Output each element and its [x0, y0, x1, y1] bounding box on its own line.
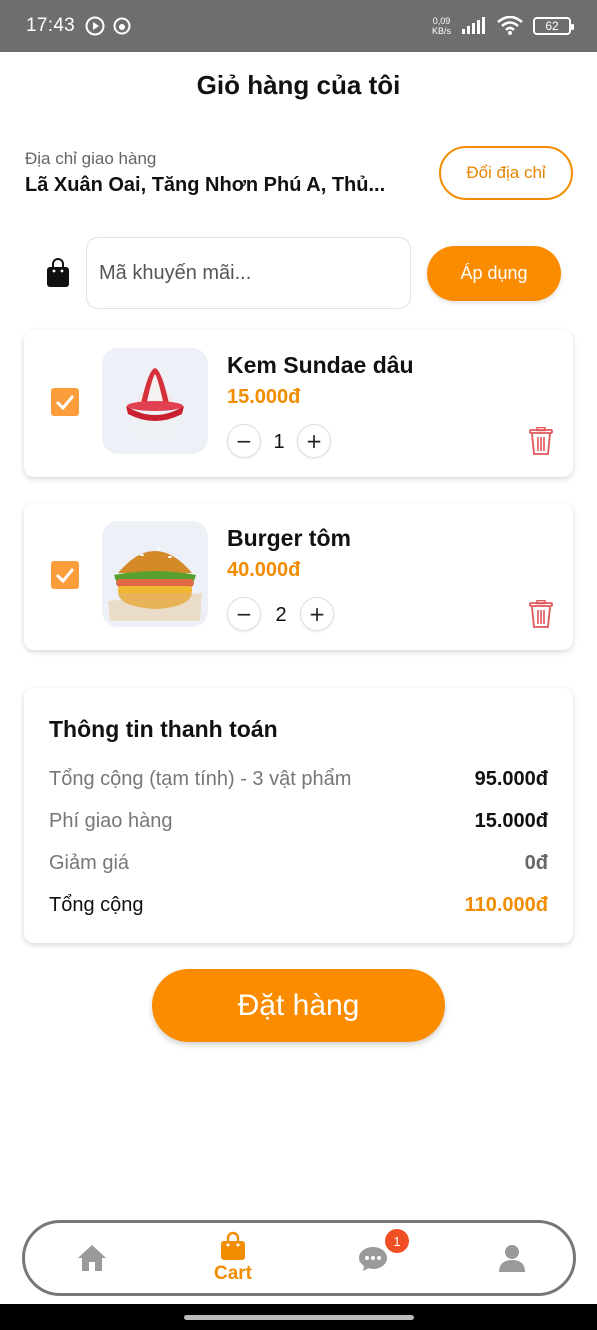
place-order-button[interactable]: Đặt hàng — [152, 969, 445, 1042]
check-icon — [55, 568, 75, 583]
item-price: 40.000đ — [227, 559, 301, 581]
chat-badge: 1 — [385, 1229, 409, 1253]
summary-label: Tổng cộng — [49, 894, 144, 916]
nav-profile[interactable] — [467, 1223, 557, 1293]
cart-item: Burger tôm 40.000đ − 2 + — [24, 503, 573, 650]
play-icon — [85, 16, 105, 36]
wifi-icon — [497, 16, 523, 35]
summary-row-total: Tổng cộng 110.000đ — [49, 894, 548, 917]
quantity-value: 2 — [275, 604, 287, 626]
network-speed-unit: KB/s — [431, 26, 451, 36]
network-speed: 0,09 KB/s — [432, 16, 451, 36]
signal-icon — [462, 17, 485, 34]
apply-promo-button[interactable]: Áp dụng — [427, 246, 561, 301]
decrease-quantity-button[interactable]: − — [227, 597, 261, 631]
summary-value: 15.000đ — [474, 810, 548, 832]
decrease-quantity-button[interactable]: − — [227, 424, 261, 458]
check-icon — [55, 395, 75, 410]
delivery-address-label: Địa chỉ giao hàng — [25, 149, 157, 168]
item-name: Kem Sundae dâu — [227, 352, 414, 378]
page-title: Giỏ hàng của tôi — [196, 70, 401, 100]
summary-row-subtotal: Tổng cộng (tạm tính) - 3 vật phẩm 95.000… — [49, 768, 548, 791]
item-image-sundae — [102, 348, 208, 454]
summary-label: Phí giao hàng — [49, 810, 173, 832]
item-checkbox[interactable] — [51, 388, 79, 416]
nav-chat[interactable]: 1 — [328, 1223, 418, 1293]
delete-icon[interactable] — [529, 427, 553, 455]
summary-title: Thông tin thanh toán — [49, 716, 278, 742]
nav-cart[interactable]: Cart — [188, 1223, 278, 1293]
change-address-button[interactable]: Đổi địa chỉ — [439, 146, 573, 200]
increase-quantity-button[interactable]: + — [297, 424, 331, 458]
summary-value: 95.000đ — [474, 768, 548, 790]
status-bar: 17:43 0,09 KB/s 62 — [0, 0, 597, 52]
nav-home[interactable] — [47, 1223, 137, 1293]
battery-icon: 62 — [533, 17, 574, 35]
summary-label: Giảm giá — [49, 852, 130, 874]
summary-row-discount: Giảm giá 0đ — [49, 852, 548, 875]
home-icon — [78, 1245, 106, 1271]
summary-value: 0đ — [524, 852, 548, 874]
home-indicator[interactable] — [184, 1315, 414, 1320]
quantity-value: 1 — [273, 431, 285, 453]
delete-icon[interactable] — [529, 600, 553, 628]
shopping-bag-icon — [221, 1231, 245, 1260]
item-image-burger — [102, 521, 208, 627]
cart-item: Kem Sundae dâu 15.000đ − 1 + — [24, 330, 573, 477]
item-price: 15.000đ — [227, 386, 301, 408]
network-speed-value: 0,09 — [432, 16, 451, 26]
item-name: Burger tôm — [227, 525, 351, 551]
status-time: 17:43 — [26, 15, 76, 36]
summary-value: 110.000đ — [464, 894, 548, 916]
summary-label: Tổng cộng (tạm tính) - 3 vật phẩm — [49, 768, 352, 790]
promo-code-input[interactable] — [86, 237, 411, 309]
increase-quantity-button[interactable]: + — [300, 597, 334, 631]
nav-cart-label: Cart — [213, 1263, 252, 1284]
app-notification-icon — [113, 17, 131, 35]
item-checkbox[interactable] — [51, 561, 79, 589]
summary-row-shipping: Phí giao hàng 15.000đ — [49, 810, 548, 833]
delivery-address-value: Lã Xuân Oai, Tăng Nhơn Phú A, Thủ... — [25, 174, 386, 196]
user-icon — [499, 1245, 525, 1272]
payment-summary: Thông tin thanh toán Tổng cộng (tạm tính… — [24, 688, 573, 943]
chat-icon — [359, 1247, 387, 1271]
bottom-navigation: Cart 1 — [22, 1220, 576, 1296]
shopping-bag-icon — [47, 258, 69, 287]
